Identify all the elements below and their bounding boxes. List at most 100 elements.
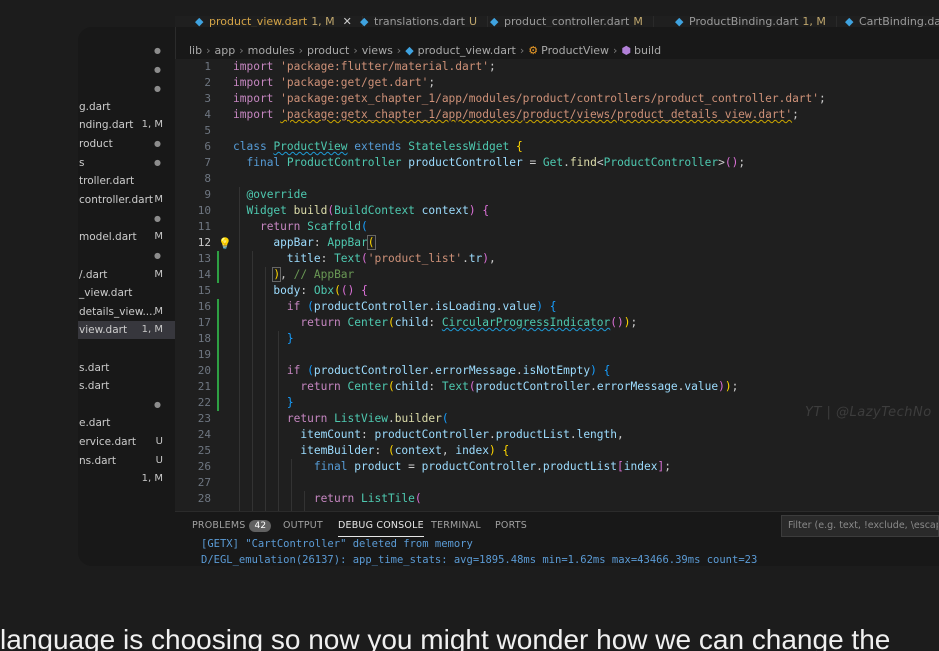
explorer-file-item[interactable]: ● bbox=[78, 42, 175, 60]
gutter-change-marker bbox=[217, 331, 219, 347]
code-text: body: Obx(() { bbox=[273, 284, 368, 297]
code-text: itemBuilder: (context, index) { bbox=[300, 444, 510, 457]
explorer-file-item[interactable]: view.dart 1, M bbox=[78, 321, 175, 339]
tab-output[interactable]: OUTPUT bbox=[283, 520, 323, 531]
explorer-file-item[interactable]: e.dart bbox=[78, 414, 175, 432]
breadcrumb-item[interactable]: views bbox=[362, 44, 393, 57]
code-line: 18 } bbox=[175, 331, 939, 347]
code-line: 13 title: Text('product_list'.tr), bbox=[175, 251, 939, 267]
git-status-indicator: ● bbox=[154, 158, 161, 167]
explorer-file-item[interactable]: s.dart bbox=[78, 359, 175, 377]
git-status-indicator: ● bbox=[154, 46, 161, 55]
line-number: 8 bbox=[204, 172, 211, 185]
code-line: 17 return Center(child: CircularProgress… bbox=[175, 315, 939, 331]
code-line: 1 import 'package:flutter/material.dart'; bbox=[175, 59, 939, 75]
explorer-file-item[interactable]: 1, M bbox=[78, 470, 175, 488]
line-number: 19 bbox=[197, 348, 211, 361]
breadcrumb-class[interactable]: ProductView bbox=[541, 44, 609, 57]
breadcrumb-item[interactable]: modules bbox=[248, 44, 295, 57]
code-text: final ProductController productControlle… bbox=[246, 156, 746, 169]
method-icon: ⬢ bbox=[621, 44, 632, 57]
explorer-file-item[interactable]: troller.dart bbox=[78, 172, 175, 190]
dart-file-icon: ◆ bbox=[675, 16, 684, 28]
explorer-file-item[interactable]: ervice.dart U bbox=[78, 433, 175, 451]
class-icon: ⚙ bbox=[528, 44, 539, 57]
gutter-change-marker bbox=[217, 363, 219, 379]
code-text: import 'package:flutter/material.dart'; bbox=[233, 60, 496, 73]
line-number: 22 bbox=[197, 396, 211, 409]
chevron-right-icon: › bbox=[206, 44, 211, 57]
gutter-change-marker bbox=[217, 267, 219, 283]
explorer-file-item[interactable] bbox=[78, 340, 175, 358]
explorer-file-item[interactable]: /.dart M bbox=[78, 266, 175, 284]
git-status-indicator: ● bbox=[154, 251, 161, 260]
code-line: 25 itemBuilder: (context, index) { bbox=[175, 443, 939, 459]
explorer-file-item[interactable]: s.dart bbox=[78, 377, 175, 395]
explorer-file-item[interactable]: ● bbox=[78, 247, 175, 265]
tab-terminal[interactable]: TERMINAL bbox=[431, 520, 481, 531]
console-filter-input[interactable]: Filter (e.g. text, !exclude, \escape) bbox=[781, 515, 939, 537]
chevron-right-icon: › bbox=[298, 44, 304, 57]
breadcrumb-method[interactable]: build bbox=[634, 44, 661, 57]
explorer-file-item[interactable]: _view.dart bbox=[78, 284, 175, 302]
explorer-file-name: ns.dart bbox=[79, 455, 116, 467]
gutter-change-marker bbox=[217, 299, 219, 315]
explorer-file-item[interactable]: ● bbox=[78, 210, 175, 228]
explorer-file-item[interactable]: ● bbox=[78, 396, 175, 414]
line-number: 27 bbox=[197, 476, 211, 489]
explorer-file-item[interactable]: details_view.... M bbox=[78, 303, 175, 321]
line-number: 14 bbox=[197, 268, 211, 281]
git-status-indicator: ● bbox=[154, 214, 161, 223]
explorer-file-name: view.dart bbox=[79, 324, 128, 336]
code-text: Widget build(BuildContext context) { bbox=[246, 204, 490, 217]
line-number: 28 bbox=[197, 492, 211, 505]
line-number: 11 bbox=[197, 220, 211, 233]
video-caption: language is choosing so now you might wo… bbox=[0, 624, 891, 651]
chevron-right-icon: › bbox=[396, 44, 402, 57]
explorer-file-item[interactable]: ● bbox=[78, 61, 175, 79]
explorer-file-item[interactable]: controller.dart M bbox=[78, 191, 175, 209]
explorer-file-item[interactable]: ns.dart U bbox=[78, 452, 175, 470]
code-text: } bbox=[286, 396, 294, 409]
explorer-file-name: controller.dart bbox=[79, 194, 153, 206]
code-line: 8 bbox=[175, 171, 939, 187]
line-number: 24 bbox=[197, 428, 211, 441]
code-text: appBar: AppBar( bbox=[273, 235, 376, 250]
explorer-file-name: nding.dart bbox=[79, 119, 134, 131]
tab-problems[interactable]: PROBLEMS 42 bbox=[192, 520, 272, 532]
code-editor[interactable]: 1 import 'package:flutter/material.dart';… bbox=[175, 59, 939, 511]
breadcrumb-item[interactable]: lib bbox=[189, 44, 202, 57]
dart-file-icon: ◆ bbox=[360, 16, 369, 28]
chevron-right-icon: › bbox=[239, 44, 244, 57]
explorer-file-item[interactable]: roduct ● bbox=[78, 135, 175, 153]
line-number: 16 bbox=[197, 300, 211, 313]
explorer-file-item[interactable]: ● bbox=[78, 80, 175, 98]
git-status-indicator: M bbox=[154, 269, 163, 280]
code-line: 27 bbox=[175, 475, 939, 491]
breadcrumb-file[interactable]: product_view.dart bbox=[418, 44, 516, 57]
gutter-change-marker bbox=[217, 347, 219, 363]
git-status-indicator: ● bbox=[154, 139, 161, 148]
tab-ports[interactable]: PORTS bbox=[495, 520, 527, 531]
git-status-indicator: ● bbox=[154, 84, 161, 93]
code-line: 4 import 'package:getx_chapter_1/app/modu… bbox=[175, 107, 939, 123]
code-line: 11 return Scaffold( bbox=[175, 219, 939, 235]
explorer-file-name: roduct bbox=[79, 138, 113, 150]
explorer-file-item[interactable]: model.dart M bbox=[78, 228, 175, 246]
code-text: import 'package:get/get.dart'; bbox=[233, 76, 436, 89]
line-number: 23 bbox=[197, 412, 211, 425]
git-status-indicator: 1, M bbox=[141, 473, 163, 484]
tab-debug-console[interactable]: DEBUG CONSOLE bbox=[338, 520, 424, 537]
line-number: 26 bbox=[197, 460, 211, 473]
explorer-file-item[interactable]: nding.dart 1, M bbox=[78, 116, 175, 134]
code-text: @override bbox=[246, 188, 308, 201]
line-number: 3 bbox=[204, 92, 211, 105]
git-status-indicator: ● bbox=[154, 65, 161, 74]
lightbulb-icon[interactable]: 💡 bbox=[218, 236, 232, 252]
explorer-sidebar: ● ● ● g.dart nding.dart 1, Mroduct ● s ● troller.… bbox=[78, 27, 176, 566]
breadcrumb-item[interactable]: product bbox=[307, 44, 349, 57]
code-text: import 'package:getx_chapter_1/app/modul… bbox=[233, 108, 799, 121]
explorer-file-item[interactable]: s ● bbox=[78, 154, 175, 172]
breadcrumb-item[interactable]: app bbox=[215, 44, 236, 57]
explorer-file-item[interactable]: g.dart bbox=[78, 98, 175, 116]
